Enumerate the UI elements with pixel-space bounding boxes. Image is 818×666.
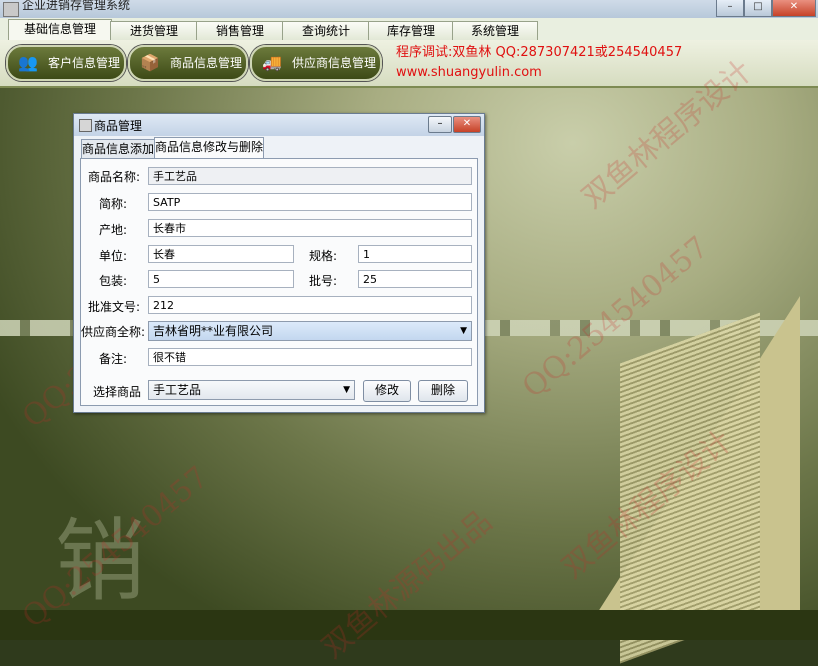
short-name-label: 简称:: [99, 197, 128, 211]
approval-label: 批准文号:: [88, 300, 141, 314]
batch-label: 批号:: [309, 274, 338, 288]
short-name-field[interactable]: SATP: [148, 193, 472, 211]
customers-icon: 👥: [18, 53, 38, 72]
tab-basic-info[interactable]: 基础信息管理: [8, 19, 112, 41]
product-dialog: 商品管理 – ✕ 商品信息添加 商品信息修改与删除 商品名称: 手工艺品 简称:…: [73, 113, 485, 413]
modify-button[interactable]: 修改: [363, 380, 411, 402]
dialog-close-button[interactable]: ✕: [453, 116, 481, 133]
product-info-label: 商品信息管理: [170, 56, 243, 70]
dialog-titlebar[interactable]: 商品管理 – ✕: [74, 114, 484, 136]
app-icon: [3, 2, 19, 17]
origin-field[interactable]: 长春市: [148, 219, 472, 237]
dialog-title: 商品管理: [94, 119, 143, 133]
origin-label: 产地:: [99, 223, 128, 237]
tab-system[interactable]: 系统管理: [452, 21, 538, 40]
delete-button[interactable]: 删除: [418, 380, 468, 402]
remark-field[interactable]: 很不错: [148, 348, 472, 366]
chevron-down-icon: ▼: [343, 385, 350, 395]
supplier-value: 吉林省明**业有限公司: [153, 324, 274, 338]
product-select[interactable]: 手工艺品 ▼: [148, 380, 355, 400]
name-label: 商品名称:: [88, 170, 141, 184]
supplier-info-button[interactable]: 🚚 供应商信息管理: [250, 45, 382, 81]
spec-label: 规格:: [309, 249, 338, 263]
supplier-info-label: 供应商信息管理: [292, 56, 377, 70]
close-button[interactable]: ✕: [772, 0, 816, 17]
supplier-label: 供应商全称:: [81, 325, 146, 339]
ground-strip: [0, 610, 818, 640]
select-product-label: 选择商品: [93, 385, 142, 399]
tab-purchase[interactable]: 进货管理: [110, 21, 198, 40]
maximize-button[interactable]: □: [744, 0, 772, 17]
dialog-icon: [79, 119, 92, 132]
edit-panel: 商品名称: 手工艺品 简称: SATP 产地: 长春市 单位: 长春 规格: 1…: [80, 158, 478, 406]
customer-info-button[interactable]: 👥 客户信息管理: [6, 45, 126, 81]
unit-label: 单位:: [99, 249, 128, 263]
spec-field[interactable]: 1: [358, 245, 472, 263]
window-title: 企业进销存管理系统: [22, 0, 131, 12]
background-character: 销: [55, 509, 145, 614]
package-field[interactable]: 5: [148, 270, 294, 288]
package-label: 包装:: [99, 274, 128, 288]
remark-label: 备注:: [99, 352, 128, 366]
toolbar-strip: 👥 客户信息管理 📦 商品信息管理 🚚 供应商信息管理 程序调试:双鱼林 QQ:…: [0, 40, 818, 88]
truck-icon: 🚚: [262, 53, 282, 72]
box-icon: 📦: [140, 53, 160, 72]
promo-contact: 程序调试:双鱼林 QQ:287307421或254540457: [396, 45, 683, 60]
main-tabbar: 基础信息管理 进货管理 销售管理 查询统计 库存管理 系统管理: [0, 18, 818, 41]
tab-sales[interactable]: 销售管理: [196, 21, 284, 40]
tab-product-edit[interactable]: 商品信息修改与删除: [154, 137, 264, 159]
window-titlebar: 企业进销存管理系统 – □ ✕: [0, 0, 818, 19]
unit-field[interactable]: 长春: [148, 245, 294, 263]
product-select-value: 手工艺品: [153, 383, 202, 397]
tab-inventory[interactable]: 库存管理: [368, 21, 454, 40]
promo-website: www.shuangyulin.com: [396, 65, 542, 80]
tab-product-add[interactable]: 商品信息添加: [81, 139, 155, 158]
batch-field[interactable]: 25: [358, 270, 472, 288]
approval-field[interactable]: 212: [148, 296, 472, 314]
supplier-select[interactable]: 吉林省明**业有限公司 ▼: [148, 321, 472, 341]
tab-query[interactable]: 查询统计: [282, 21, 370, 40]
minimize-button[interactable]: –: [716, 0, 744, 17]
chevron-down-icon: ▼: [460, 326, 467, 336]
product-info-button[interactable]: 📦 商品信息管理: [128, 45, 248, 81]
customer-info-label: 客户信息管理: [48, 56, 121, 70]
dialog-minimize-button[interactable]: –: [428, 116, 452, 133]
name-field[interactable]: 手工艺品: [148, 167, 472, 185]
